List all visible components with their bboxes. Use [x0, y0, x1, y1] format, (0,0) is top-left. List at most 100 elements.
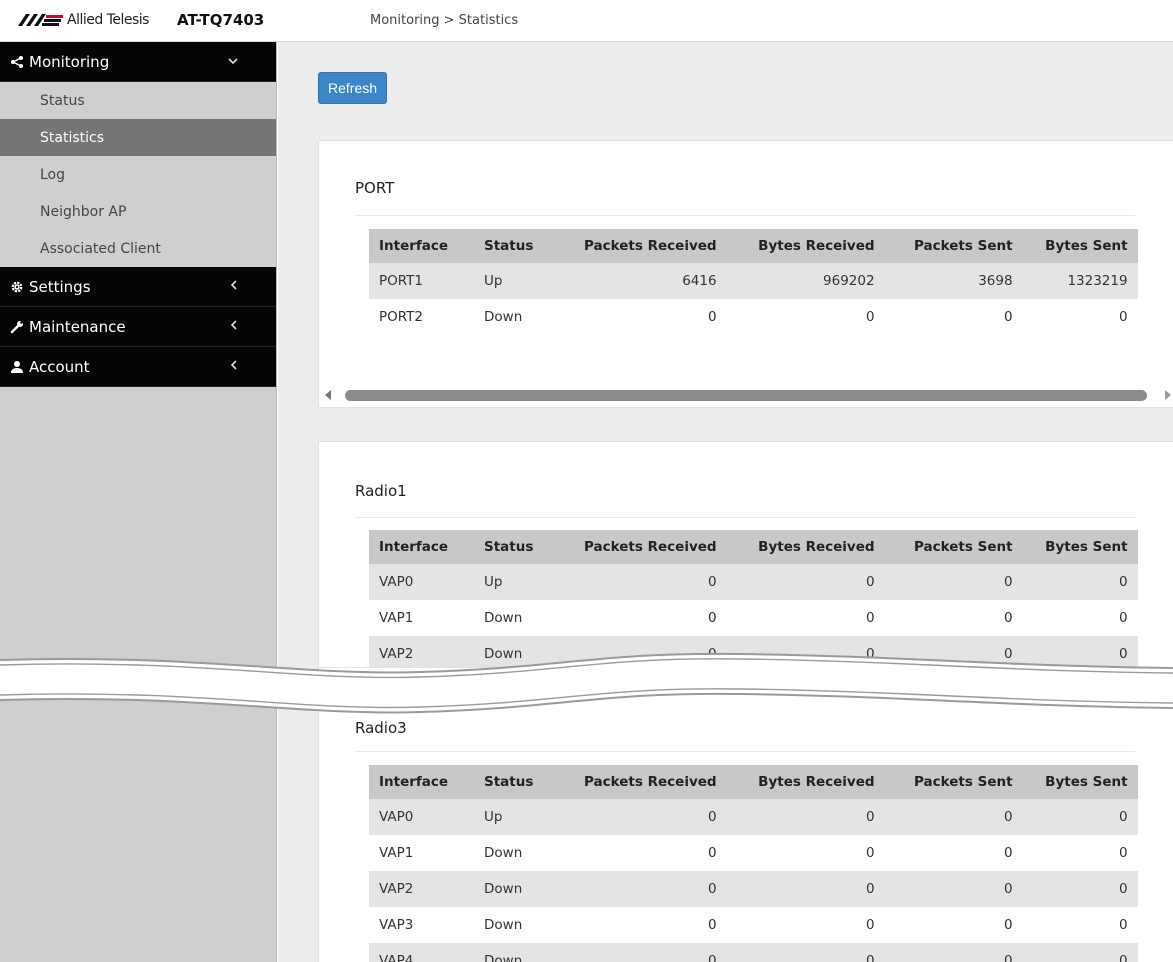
table-cell: Up — [474, 564, 574, 600]
table-cell: 0 — [884, 564, 1023, 600]
breadcrumb: Monitoring > Statistics — [370, 13, 519, 28]
port-stats-table: Interface Status Packets Received Bytes … — [369, 229, 1138, 335]
brand-logo[interactable]: Allied Telesis — [18, 12, 149, 28]
sidebar-group-label: Settings — [29, 277, 91, 296]
table-cell: 0 — [726, 299, 885, 335]
table-row: VAP0 Up 0 0 0 0 — [369, 564, 1138, 600]
column-header: Status — [474, 765, 574, 799]
chevron-down-icon — [228, 54, 238, 68]
horizontal-scrollbar[interactable] — [319, 385, 1173, 407]
table-cell: Down — [474, 299, 574, 335]
table-header-row: Interface Status Packets Received Bytes … — [369, 765, 1138, 799]
sidebar: Monitoring Status Statistics Log Neighbo… — [0, 42, 277, 962]
column-header: Bytes Sent — [1022, 229, 1138, 263]
table-cell: VAP1 — [369, 600, 474, 636]
refresh-button[interactable]: Refresh — [318, 72, 388, 104]
sidebar-group-maintenance[interactable]: Maintenance — [0, 307, 276, 347]
sidebar-item-log[interactable]: Log — [0, 156, 276, 193]
main-content: Refresh PORT Interface Status Packets Re… — [278, 42, 1173, 962]
sidebar-item-associated-client[interactable]: Associated Client — [0, 230, 276, 267]
table-cell: Up — [474, 263, 574, 299]
device-model: AT-TQ7403 — [177, 11, 265, 29]
column-header: Status — [474, 229, 574, 263]
section-title: Radio1 — [355, 482, 407, 500]
allied-telesis-logo-icon — [18, 14, 63, 26]
table-cell: VAP4 — [369, 943, 474, 962]
sidebar-group-account[interactable]: Account — [0, 347, 276, 387]
table-cell: 0 — [884, 943, 1023, 962]
sidebar-item-status[interactable]: Status — [0, 82, 276, 119]
table-cell: 0 — [574, 564, 727, 600]
sidebar-group-monitoring[interactable]: Monitoring — [0, 42, 276, 82]
table-cell: Down — [474, 600, 574, 636]
sidebar-item-statistics[interactable]: Statistics — [0, 119, 276, 156]
table-row: VAP0 Up 0 0 0 0 — [369, 799, 1138, 835]
table-row: VAP3 Down 0 0 0 0 — [369, 907, 1138, 943]
table-cell: Down — [474, 907, 574, 943]
top-header: Allied Telesis AT-TQ7403 Monitoring > St… — [0, 0, 1173, 42]
sidebar-item-neighbor-ap[interactable]: Neighbor AP — [0, 193, 276, 230]
share-icon — [10, 55, 24, 69]
column-header: Status — [474, 530, 574, 564]
table-header-row: Interface Status Packets Received Bytes … — [369, 229, 1138, 263]
sidebar-group-settings[interactable]: Settings — [0, 267, 276, 307]
table-cell: VAP2 — [369, 871, 474, 907]
table-cell: Down — [474, 835, 574, 871]
chevron-left-icon — [230, 359, 238, 373]
brand-name: Allied Telesis — [67, 12, 149, 28]
table-cell: 0 — [884, 299, 1023, 335]
table-cell: 0 — [726, 943, 885, 962]
column-header: Packets Received — [574, 530, 727, 564]
chevron-left-icon — [230, 319, 238, 333]
section-divider — [355, 215, 1135, 216]
table-row: VAP1 Down 0 0 0 0 — [369, 600, 1138, 636]
table-header-row: Interface Status Packets Received Bytes … — [369, 530, 1138, 564]
column-header: Bytes Received — [726, 229, 885, 263]
table-cell: 3698 — [884, 263, 1023, 299]
table-cell: 0 — [726, 600, 885, 636]
section-divider — [355, 751, 1135, 752]
scroll-left-arrow-icon[interactable] — [325, 390, 331, 400]
table-cell: 0 — [884, 907, 1023, 943]
gear-icon — [10, 280, 24, 294]
table-cell: 0 — [726, 871, 885, 907]
table-cell: 6416 — [574, 263, 727, 299]
table-cell: 0 — [884, 600, 1023, 636]
column-header: Packets Sent — [884, 530, 1023, 564]
sidebar-group-label: Maintenance — [29, 317, 126, 336]
table-cell: 0 — [574, 907, 727, 943]
table-cell: PORT1 — [369, 263, 474, 299]
table-cell: PORT2 — [369, 299, 474, 335]
table-cell: VAP3 — [369, 907, 474, 943]
wrench-icon — [10, 320, 24, 334]
table-cell: 0 — [884, 835, 1023, 871]
column-header: Bytes Sent — [1022, 765, 1138, 799]
column-header: Interface — [369, 530, 474, 564]
table-row: VAP1 Down 0 0 0 0 — [369, 835, 1138, 871]
table-cell: 0 — [1022, 871, 1138, 907]
table-cell: 1323219 — [1022, 263, 1138, 299]
table-row: PORT1 Up 6416 969202 3698 1323219 — [369, 263, 1138, 299]
sidebar-group-label: Account — [29, 357, 90, 376]
section-title: PORT — [355, 179, 395, 197]
table-cell: 0 — [1022, 835, 1138, 871]
column-header: Packets Sent — [884, 765, 1023, 799]
table-cell: 0 — [574, 600, 727, 636]
column-header: Interface — [369, 765, 474, 799]
table-cell: 0 — [884, 871, 1023, 907]
scrollbar-thumb[interactable] — [345, 390, 1147, 401]
radio3-stats-table: Interface Status Packets Received Bytes … — [369, 765, 1138, 962]
section-divider — [355, 517, 1135, 518]
table-cell: 0 — [726, 835, 885, 871]
sidebar-group-label: Monitoring — [29, 52, 110, 71]
table-cell: VAP1 — [369, 835, 474, 871]
column-header: Packets Sent — [884, 229, 1023, 263]
column-header: Interface — [369, 229, 474, 263]
table-cell: 0 — [1022, 299, 1138, 335]
table-row: VAP2 Down 0 0 0 0 — [369, 871, 1138, 907]
column-header: Bytes Received — [726, 765, 885, 799]
table-cell: 0 — [574, 299, 727, 335]
table-cell: 0 — [574, 943, 727, 962]
table-cell: 0 — [1022, 943, 1138, 962]
scroll-right-arrow-icon[interactable] — [1165, 390, 1171, 400]
